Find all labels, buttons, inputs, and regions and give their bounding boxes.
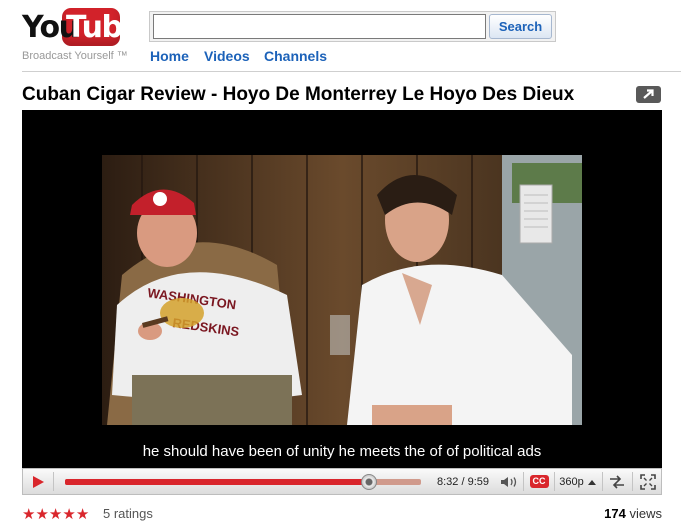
star-icon[interactable]: ★	[49, 506, 62, 523]
view-count: 174 views	[604, 506, 662, 521]
widescreen-icon	[610, 474, 624, 489]
header-divider	[22, 71, 681, 72]
control-separator	[523, 472, 524, 491]
nav-channels[interactable]: Channels	[264, 48, 327, 64]
video-player[interactable]: WASHINGTON REDSKINS he should have been …	[22, 110, 662, 468]
star-icon[interactable]: ★	[76, 506, 89, 523]
control-separator	[53, 472, 54, 491]
youtube-logo[interactable]: You Tube	[22, 8, 142, 48]
control-separator	[554, 472, 555, 491]
nav-home[interactable]: Home	[150, 48, 189, 64]
video-subtitle: he should have been of unity he meets th…	[122, 436, 562, 468]
star-rating[interactable]: ★★★★★	[22, 505, 89, 523]
closed-captions-icon: CC	[529, 475, 549, 488]
widescreen-button[interactable]	[604, 469, 630, 494]
fullscreen-button[interactable]	[634, 469, 661, 494]
tagline: Broadcast Yourself ™	[22, 50, 128, 62]
popout-icon	[643, 89, 654, 99]
views-number: 174	[604, 506, 626, 521]
control-separator	[632, 472, 633, 491]
search-button[interactable]: Search	[489, 14, 552, 39]
star-icon[interactable]: ★	[22, 506, 35, 523]
nav-videos[interactable]: Videos	[204, 48, 250, 64]
progress-bar[interactable]	[65, 474, 421, 490]
video-scene: WASHINGTON REDSKINS	[102, 155, 582, 425]
play-icon	[33, 475, 44, 488]
video-title: Cuban Cigar Review - Hoyo De Monterrey L…	[22, 84, 575, 105]
player-controls: 8:32 / 9:59 CC 360p	[22, 468, 662, 495]
play-button[interactable]	[23, 469, 53, 494]
volume-button[interactable]	[497, 469, 521, 494]
quality-arrow-icon	[587, 479, 596, 485]
progress-played	[65, 479, 370, 485]
control-separator	[602, 472, 603, 491]
ratings-count: 5 ratings	[103, 506, 153, 521]
search-input[interactable]	[153, 14, 486, 39]
views-label: views	[629, 506, 662, 521]
scrubber-handle[interactable]	[361, 474, 378, 490]
time-display: 8:32 / 9:59	[437, 475, 489, 488]
volume-icon	[501, 476, 517, 487]
closed-captions-button[interactable]: CC	[526, 469, 552, 494]
logo-tube-text: Tube	[66, 10, 142, 45]
star-icon[interactable]: ★	[35, 506, 48, 523]
star-icon[interactable]: ★	[62, 506, 75, 523]
quality-button[interactable]: 360p	[556, 469, 600, 494]
quality-label: 360p	[559, 475, 584, 488]
video-frame[interactable]: WASHINGTON REDSKINS	[102, 155, 582, 425]
fullscreen-icon	[639, 473, 656, 490]
popout-button[interactable]	[636, 86, 661, 103]
